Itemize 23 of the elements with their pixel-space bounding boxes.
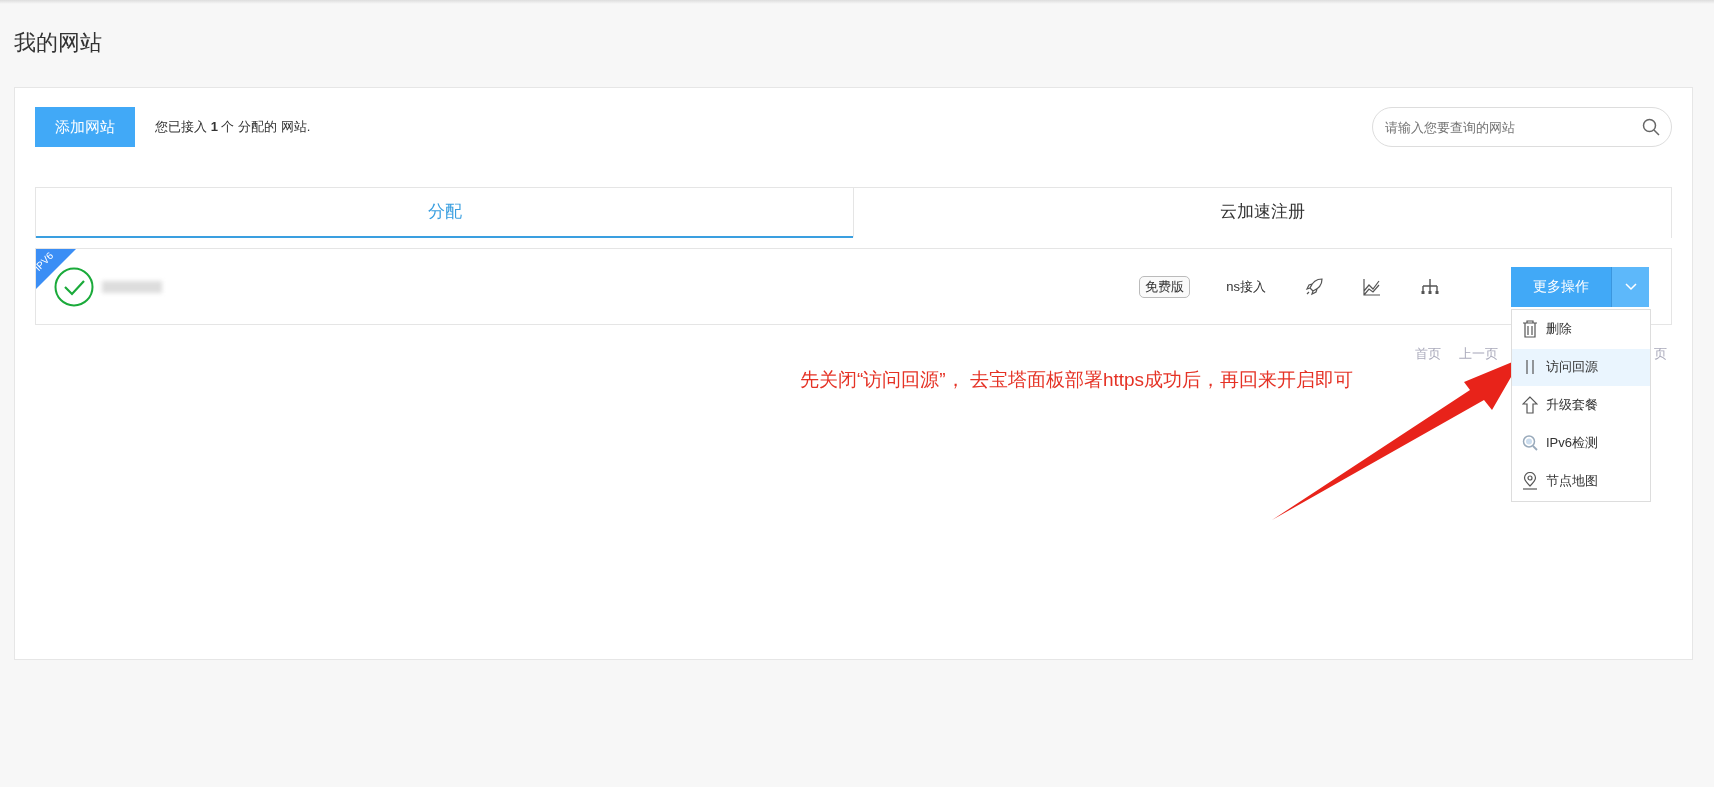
location-pin-icon [1522, 472, 1538, 490]
sitemap-icon[interactable] [1420, 276, 1440, 297]
blurred-site-name [102, 280, 162, 293]
rocket-icon[interactable] [1304, 276, 1324, 297]
menu-item[interactable]: 节点地图 [1512, 462, 1650, 500]
dropdown-toggle[interactable] [1611, 266, 1649, 307]
tab[interactable]: 云加速注册 [853, 188, 1671, 238]
magnifier-icon [1522, 434, 1538, 452]
search-icon [1642, 118, 1660, 136]
menu-item[interactable]: 升级套餐 [1512, 386, 1650, 424]
page-title: 我的网站 [14, 29, 103, 57]
line-chart-icon[interactable] [1362, 276, 1382, 297]
up-arrow-icon [1522, 396, 1538, 414]
annotation-text: 先关闭“访问回源”， 去宝塔面板部署https成功后，再回来开启即可 [800, 368, 1355, 392]
menu-item[interactable]: IPv6检测 [1512, 424, 1650, 462]
trash-icon [1522, 320, 1538, 338]
summary-text: 您已接入 1 个 分配的 网站. [155, 118, 311, 136]
access-type: ns接入 [1226, 277, 1266, 296]
search-field[interactable]: 请输入您要查询的网站 [1372, 107, 1672, 147]
menu-item[interactable]: 删除 [1512, 310, 1650, 348]
caret-icon [1624, 282, 1637, 291]
plan-badge: 免费版 [1139, 275, 1191, 298]
menu-item[interactable]: 访问回源 [1512, 348, 1650, 386]
